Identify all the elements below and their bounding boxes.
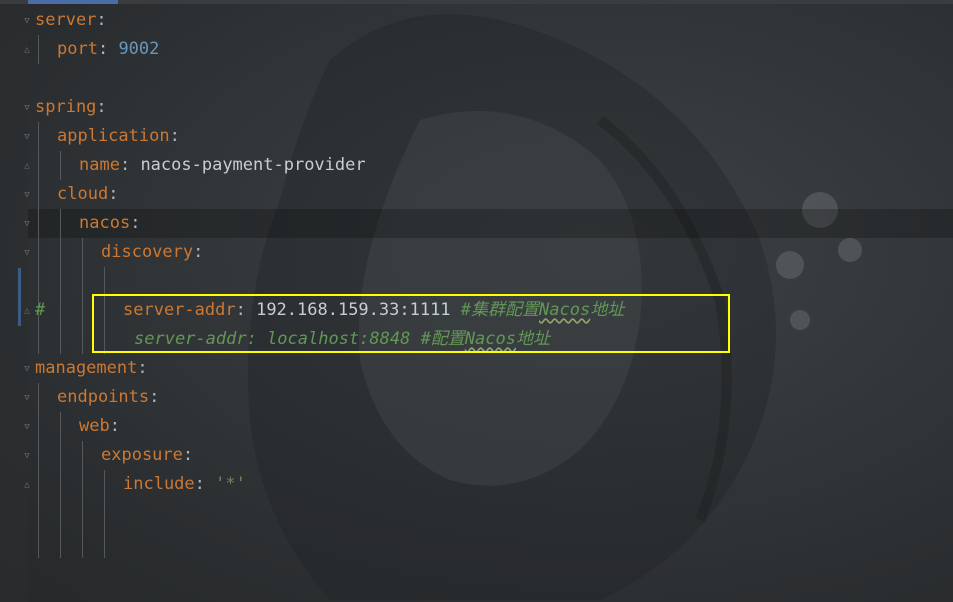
yaml-colon: : — [96, 10, 107, 30]
yaml-number-value: 9002 — [118, 39, 160, 59]
fold-toggle-icon[interactable]: ▽ — [22, 103, 32, 113]
yaml-key: server — [35, 10, 97, 30]
yaml-key: exposure — [101, 445, 183, 465]
code-line-nacos[interactable]: nacos: — [79, 209, 953, 238]
yaml-key: nacos — [79, 213, 131, 233]
yaml-key: cloud — [57, 184, 109, 204]
code-line-management[interactable]: management: — [35, 354, 935, 383]
indent-guide — [82, 441, 83, 558]
indent-guide — [104, 470, 105, 558]
yaml-colon: : — [119, 155, 141, 175]
indent-guide — [82, 238, 83, 354]
code-line-commented-server-addr[interactable]: # server-addr: localhost:8848 #配置Nacos地址 — [0, 267, 953, 349]
annotation-highlight-box — [92, 294, 730, 353]
yaml-key: port — [57, 39, 98, 59]
yaml-key: discovery — [101, 242, 194, 262]
yaml-string-value: nacos-payment-provider — [140, 155, 366, 175]
yaml-colon: : — [96, 97, 107, 117]
code-line-include[interactable]: include: '*' — [123, 470, 953, 499]
yaml-key: endpoints — [57, 387, 150, 407]
yaml-colon: : — [169, 126, 180, 146]
code-line-exposure[interactable]: exposure: — [101, 441, 953, 470]
code-line-endpoints[interactable]: endpoints: — [57, 383, 953, 412]
code-line-web[interactable]: web: — [79, 412, 953, 441]
indent-guide — [38, 35, 39, 64]
active-tab-indicator[interactable] — [28, 0, 118, 4]
fold-toggle-icon[interactable]: ▽ — [22, 364, 32, 374]
code-line-port[interactable]: port: 9002 — [57, 35, 953, 64]
yaml-colon: : — [97, 39, 119, 59]
yaml-colon: : — [194, 474, 216, 494]
fold-toggle-icon[interactable]: ▽ — [22, 219, 32, 229]
code-line-cloud[interactable]: cloud: — [57, 180, 953, 209]
fold-end-icon[interactable]: △ — [22, 45, 32, 55]
code-line-discovery[interactable]: discovery: — [101, 238, 953, 267]
yaml-colon: : — [109, 416, 120, 436]
fold-toggle-icon[interactable]: ▽ — [22, 248, 32, 258]
yaml-string-value: '*' — [215, 474, 246, 494]
fold-end-icon[interactable]: △ — [22, 161, 32, 171]
fold-toggle-icon[interactable]: ▽ — [22, 190, 32, 200]
indent-guide — [38, 383, 39, 558]
indent-guide — [60, 151, 61, 180]
fold-toggle-icon[interactable]: ▽ — [22, 16, 32, 26]
yaml-colon: : — [130, 213, 141, 233]
yaml-colon: : — [108, 184, 119, 204]
fold-end-icon[interactable]: △ — [22, 480, 32, 490]
code-line-server[interactable]: server: — [35, 6, 935, 35]
yaml-key: include — [123, 474, 195, 494]
code-line-spring[interactable]: spring: — [35, 93, 935, 122]
yaml-key: name — [79, 155, 120, 175]
fold-toggle-icon[interactable]: ▽ — [22, 422, 32, 432]
yaml-colon: : — [182, 445, 194, 465]
indent-guide — [60, 412, 61, 558]
yaml-colon: : — [193, 242, 204, 262]
yaml-key: management — [35, 358, 138, 378]
yaml-key: web — [79, 416, 110, 436]
fold-toggle-icon[interactable]: ▽ — [22, 393, 32, 403]
fold-toggle-icon[interactable]: ▽ — [22, 451, 32, 461]
yaml-colon: : — [149, 387, 160, 407]
fold-toggle-icon[interactable]: ▽ — [22, 132, 32, 142]
comment-hash: # — [35, 300, 46, 320]
code-line-name[interactable]: name: nacos-payment-provider — [79, 151, 953, 180]
yaml-key: application — [57, 126, 170, 146]
code-editor[interactable]: ▽ △ ▽ ▽ △ ▽ ▽ ▽ △ ▽ ▽ ▽ ▽ △ server: port… — [0, 0, 953, 602]
code-line-application[interactable]: application: — [57, 122, 953, 151]
yaml-colon: : — [137, 358, 148, 378]
editor-tab-strip — [0, 0, 953, 4]
yaml-key: spring — [35, 97, 97, 117]
